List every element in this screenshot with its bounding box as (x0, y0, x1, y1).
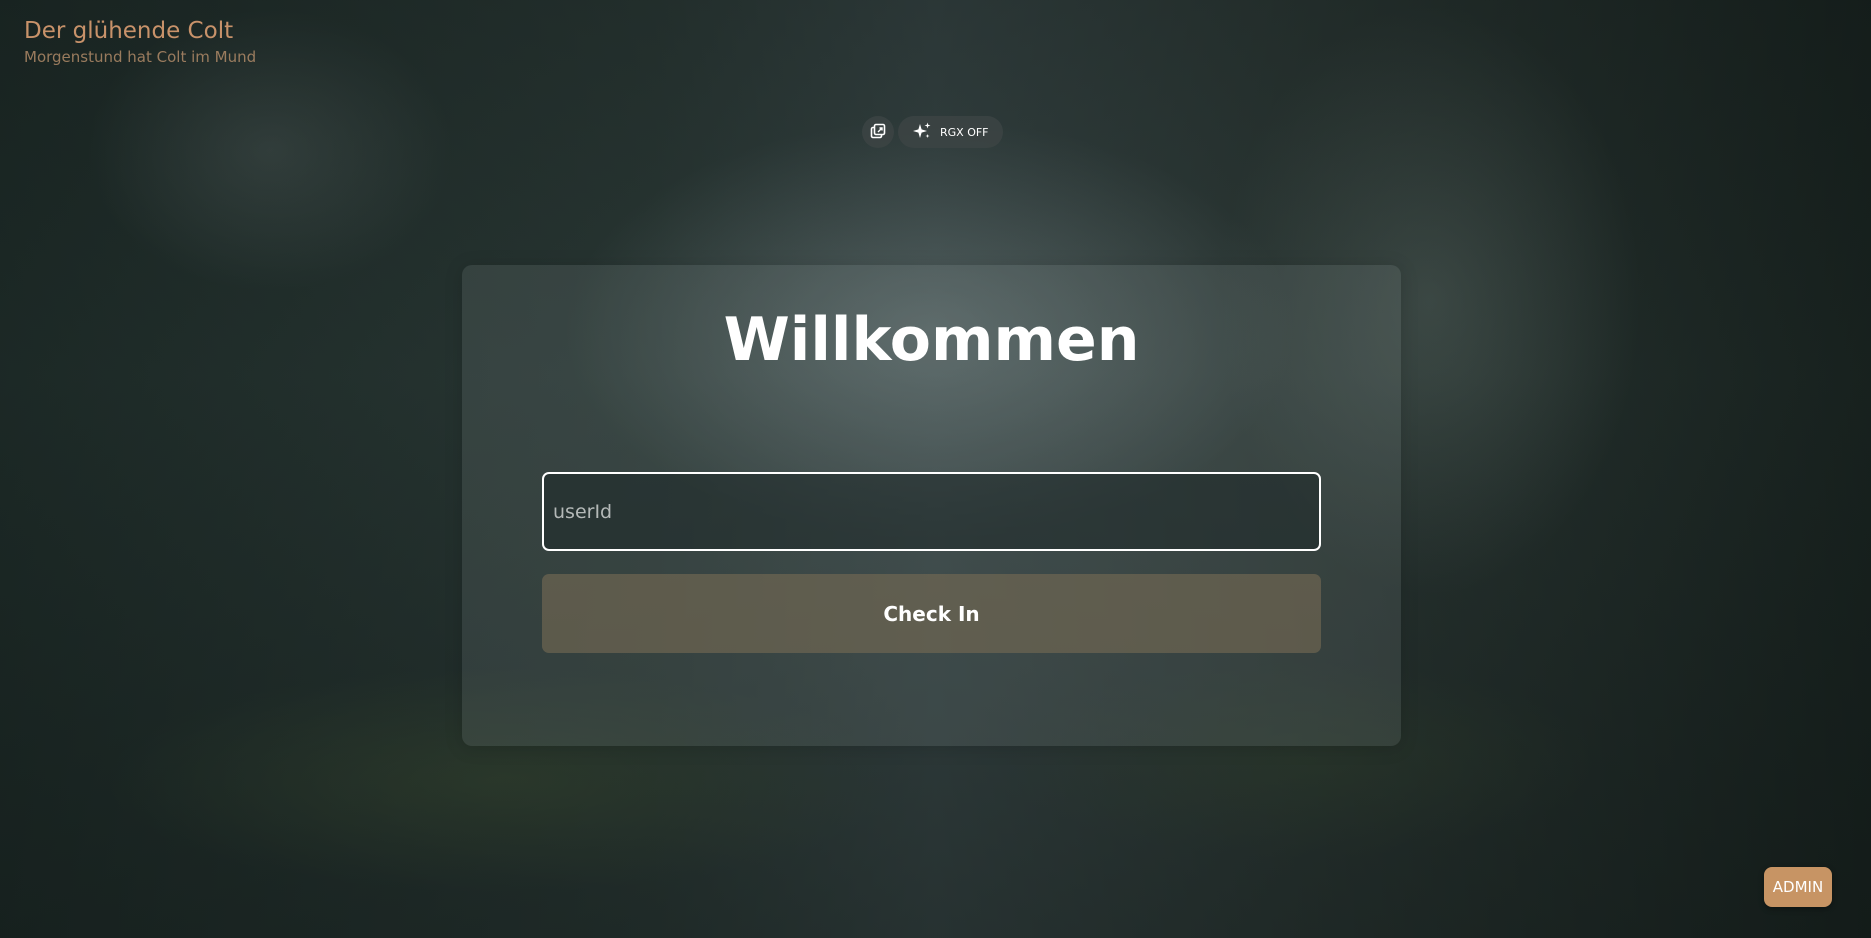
welcome-heading: Willkommen (723, 305, 1140, 375)
copy-window-button[interactable] (862, 116, 894, 148)
admin-button[interactable]: ADMIN (1764, 867, 1832, 907)
brand-title: Der glühende Colt (24, 18, 234, 44)
top-toolbar: RGX OFF (862, 116, 1003, 148)
brand-subtitle: Morgenstund hat Colt im Mund (24, 47, 257, 66)
brand: Der glühende Colt Morgenstund hat Colt i… (24, 18, 256, 66)
copy-window-icon (870, 123, 886, 142)
sparkles-icon (912, 121, 932, 144)
rgx-toggle-button[interactable]: RGX OFF (898, 116, 1003, 148)
check-in-button[interactable]: Check In (542, 574, 1321, 653)
login-card: Willkommen Check In (462, 265, 1401, 746)
rgx-label: RGX OFF (940, 125, 989, 139)
user-id-input[interactable] (542, 472, 1321, 551)
